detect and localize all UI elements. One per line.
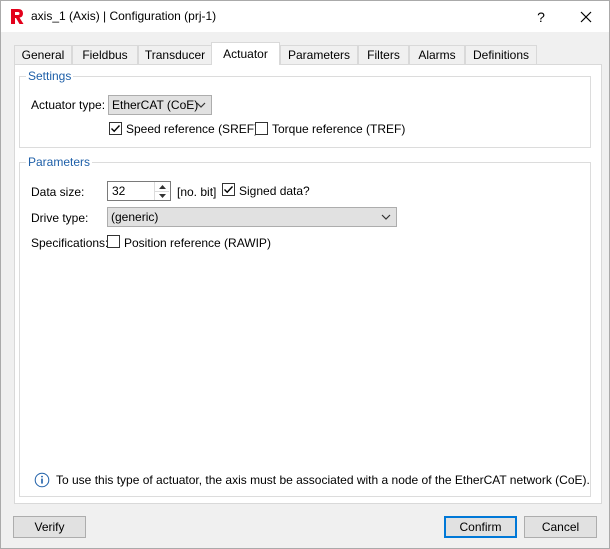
- tab-parameters[interactable]: Parameters: [280, 45, 358, 64]
- signed-data-label: Signed data?: [239, 184, 310, 198]
- position-reference-label: Position reference (RAWIP): [124, 236, 271, 250]
- tab-fieldbus[interactable]: Fieldbus: [72, 45, 138, 64]
- chevron-down-icon: [381, 214, 391, 220]
- actuator-type-select[interactable]: EtherCAT (CoE): [108, 95, 212, 115]
- speed-reference-label: Speed reference (SREF): [126, 122, 259, 136]
- position-reference-checkbox[interactable]: [107, 235, 120, 248]
- tab-general[interactable]: General: [14, 45, 72, 64]
- arrow-up-icon: [158, 184, 166, 189]
- tab-alarms[interactable]: Alarms: [409, 45, 465, 64]
- settings-group-title: Settings: [26, 69, 74, 83]
- tab-actuator[interactable]: Actuator: [211, 42, 280, 65]
- data-size-unit: [no. bit]: [177, 185, 217, 199]
- actuator-type-value: EtherCAT (CoE): [112, 98, 199, 112]
- data-size-stepper[interactable]: 32: [107, 181, 171, 201]
- tab-transducer[interactable]: Transducer: [138, 45, 212, 64]
- info-icon: [34, 472, 50, 488]
- help-button[interactable]: ?: [518, 1, 564, 32]
- settings-group: Settings Actuator type: EtherCAT (CoE) S…: [19, 69, 591, 148]
- tab-filters[interactable]: Filters: [358, 45, 409, 64]
- chevron-down-icon: [196, 102, 206, 108]
- speed-reference-checkbox[interactable]: [109, 122, 122, 135]
- cancel-button[interactable]: Cancel: [524, 516, 597, 538]
- torque-reference-label: Torque reference (TREF): [272, 122, 406, 136]
- checkmark-icon: [224, 186, 234, 194]
- data-size-label: Data size:: [31, 185, 85, 199]
- actuator-panel: Settings Actuator type: EtherCAT (CoE) S…: [14, 64, 602, 504]
- confirm-button[interactable]: Confirm: [444, 516, 517, 538]
- verify-button[interactable]: Verify: [13, 516, 86, 538]
- drive-type-value: (generic): [111, 210, 159, 224]
- close-icon: [580, 11, 592, 22]
- tab-definitions[interactable]: Definitions: [465, 45, 537, 64]
- specifications-label: Specifications:: [31, 236, 109, 250]
- drive-type-select[interactable]: (generic): [107, 207, 397, 227]
- signed-data-checkbox[interactable]: [222, 183, 235, 196]
- decrement-button[interactable]: [155, 191, 169, 200]
- close-button[interactable]: [563, 1, 609, 32]
- checkmark-icon: [111, 125, 121, 133]
- parameters-group: Parameters Data size: 32 [no. bit] Signe…: [19, 155, 591, 497]
- title-bar: axis_1 (Axis) | Configuration (prj-1) ?: [1, 1, 609, 32]
- torque-reference-checkbox[interactable]: [255, 122, 268, 135]
- parameters-group-title: Parameters: [26, 155, 93, 169]
- window-title: axis_1 (Axis) | Configuration (prj-1): [31, 9, 217, 23]
- actuator-type-label: Actuator type:: [31, 98, 106, 112]
- data-size-stepper-buttons: [154, 182, 170, 200]
- data-size-value: 32: [112, 184, 126, 198]
- tab-strip: General Fieldbus Transducer Actuator Par…: [14, 42, 604, 65]
- arrow-down-icon: [158, 193, 166, 198]
- app-logo-icon: [10, 8, 24, 25]
- drive-type-label: Drive type:: [31, 211, 89, 225]
- configuration-window: axis_1 (Axis) | Configuration (prj-1) ? …: [0, 0, 610, 549]
- info-message: To use this type of actuator, the axis m…: [56, 473, 590, 487]
